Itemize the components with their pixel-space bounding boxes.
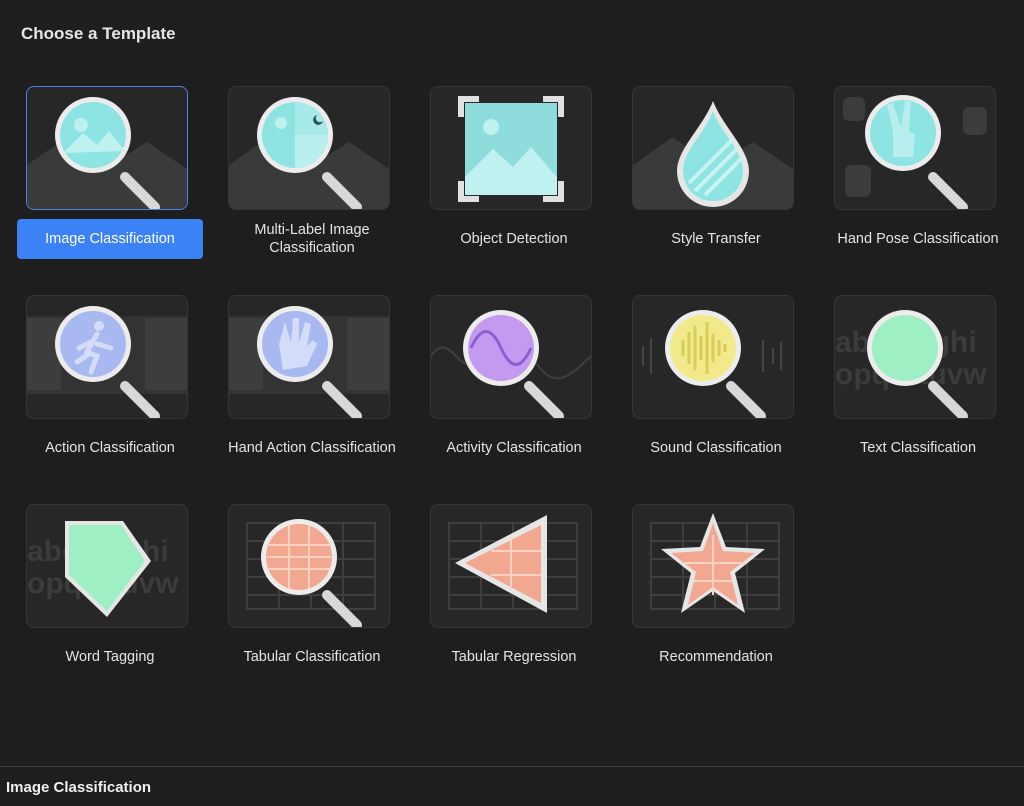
template-thumbnail xyxy=(228,86,390,210)
template-word-tagging[interactable]: abcdefghi opqrstuvw Word Tagging xyxy=(10,504,210,684)
template-label: Activity Classification xyxy=(446,440,582,456)
selection-footer: Image Classification xyxy=(0,766,1024,806)
template-label: Style Transfer xyxy=(671,231,761,247)
template-thumbnail: abcdefghi opqrstuvw xyxy=(834,295,996,419)
template-style-transfer[interactable]: Style Transfer xyxy=(616,86,816,266)
template-thumbnail xyxy=(632,295,794,419)
template-label: Hand Pose Classification xyxy=(837,231,999,247)
template-multi-label-image-classification[interactable]: Multi-Label Image Classification xyxy=(212,86,412,266)
hand-pose-magnifier-icon xyxy=(843,95,987,209)
template-label: Multi-Label Image Classification xyxy=(254,222,370,256)
template-action-classification[interactable]: Action Classification xyxy=(10,295,210,475)
template-thumbnail: abcdefghi opqrstuvw xyxy=(26,504,188,628)
template-sound-classification[interactable]: Sound Classification xyxy=(616,295,816,475)
template-label: Hand Action Classification xyxy=(228,440,396,456)
template-thumbnail xyxy=(228,295,390,419)
template-recommendation[interactable]: Recommendation xyxy=(616,504,816,684)
action-magnifier-icon xyxy=(27,306,187,418)
object-detection-icon xyxy=(458,96,564,202)
template-image-classification[interactable]: Image Classification xyxy=(10,86,210,266)
hand-action-magnifier-icon xyxy=(229,306,389,418)
star-icon xyxy=(650,513,780,613)
template-label: Object Detection xyxy=(460,231,568,247)
template-thumbnail xyxy=(430,86,592,210)
template-thumbnail xyxy=(430,504,592,628)
template-thumbnail xyxy=(834,86,996,210)
template-tabular-regression[interactable]: Tabular Regression xyxy=(414,504,614,684)
template-thumbnail xyxy=(430,295,592,419)
template-label: Action Classification xyxy=(45,440,175,456)
multi-label-magnifier-icon xyxy=(229,97,389,209)
template-label: Sound Classification xyxy=(650,440,782,456)
template-tabular-classification[interactable]: Tabular Classification xyxy=(212,504,412,684)
sound-magnifier-icon xyxy=(642,310,782,418)
tabular-magnifier-icon xyxy=(246,519,376,627)
template-thumbnail xyxy=(26,295,188,419)
template-label: Text Classification xyxy=(859,440,977,456)
template-label: Tabular Regression xyxy=(451,649,577,665)
template-thumbnail xyxy=(632,86,794,210)
template-hand-pose-classification[interactable]: Hand Pose Classification xyxy=(818,86,1018,266)
style-drop-icon xyxy=(633,101,793,209)
template-label: Recommendation xyxy=(659,649,773,665)
tabular-triangle-icon xyxy=(448,515,578,613)
page-title: Choose a Template xyxy=(21,24,176,43)
image-magnifier-icon xyxy=(27,97,187,209)
text-magnifier-icon: abcdefghi opqrstuvw xyxy=(835,310,987,418)
word-tag-icon: abcdefghi opqrstuvw xyxy=(27,521,179,617)
template-thumbnail xyxy=(632,504,794,628)
template-text-classification[interactable]: abcdefghi opqrstuvw Text Classification xyxy=(818,295,1018,475)
selected-template-title: Image Classification xyxy=(6,779,152,796)
template-thumbnail xyxy=(228,504,390,628)
template-activity-classification[interactable]: Activity Classification xyxy=(414,295,614,475)
template-object-detection[interactable]: Object Detection xyxy=(414,86,614,266)
template-label: Tabular Classification xyxy=(243,649,381,665)
template-hand-action-classification[interactable]: Hand Action Classification xyxy=(212,295,412,475)
activity-magnifier-icon xyxy=(431,310,591,418)
template-thumbnail xyxy=(26,86,188,210)
template-chooser: Choose a Template Image Classification M… xyxy=(0,0,1024,806)
template-label: Word Tagging xyxy=(65,649,155,665)
template-label: Image Classification xyxy=(17,219,203,259)
